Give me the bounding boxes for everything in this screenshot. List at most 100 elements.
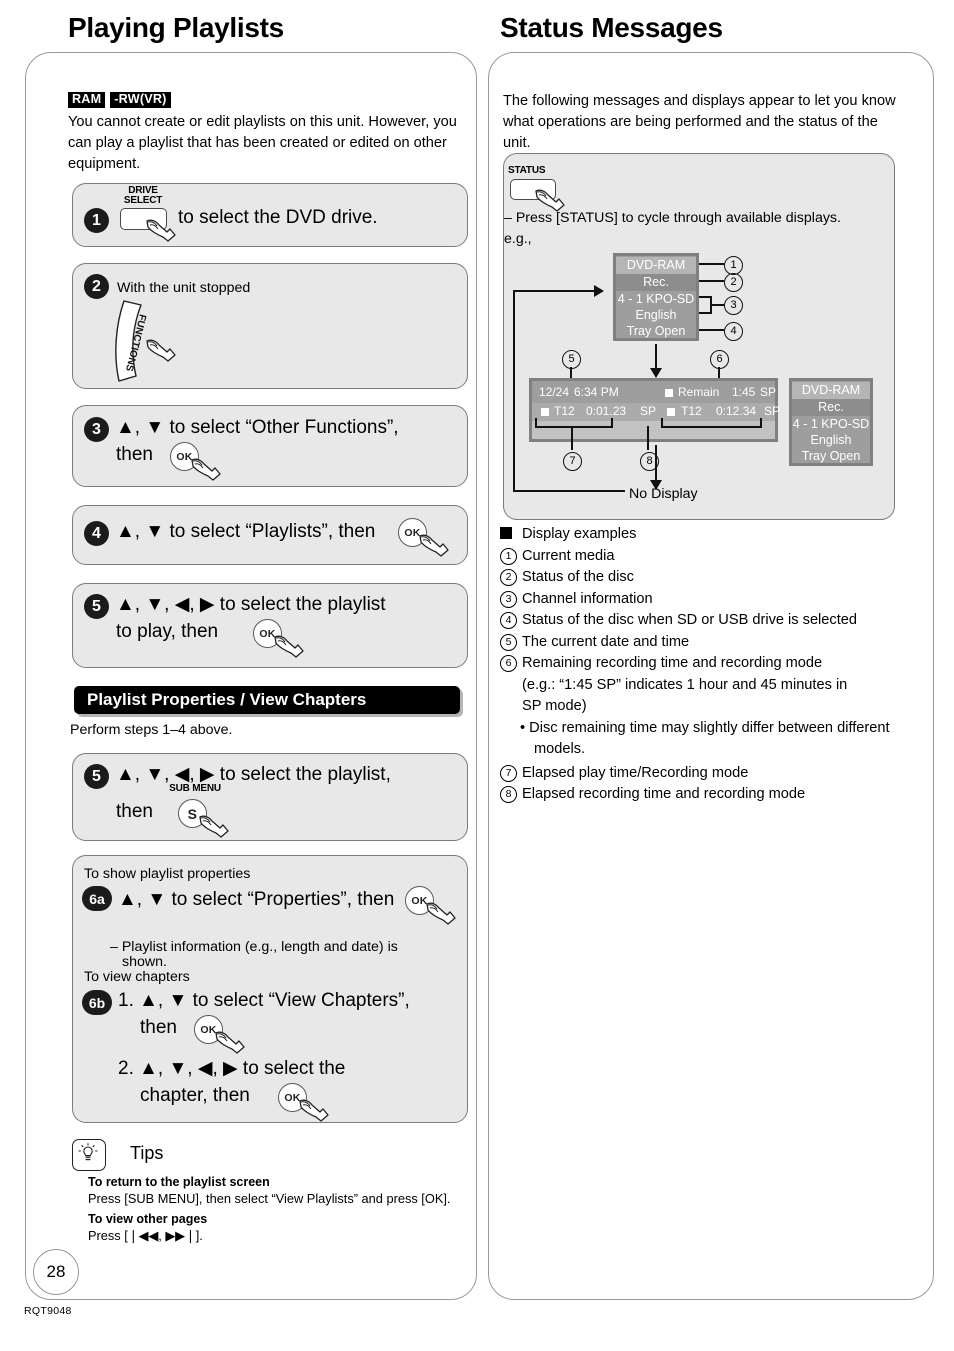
ok-button-step6a[interactable]: OK (405, 886, 434, 915)
osd-remain-mode: SP (760, 385, 777, 399)
step-4-number: 4 (84, 521, 109, 546)
ok-button-label-3: OK (176, 450, 193, 463)
example-item-4: 4 Status of the disc when SD or USB driv… (500, 610, 910, 632)
step-3-text-line2: then (116, 444, 153, 465)
osd-left-mode: SP (640, 404, 657, 418)
osd-side-line-4: English (810, 432, 852, 447)
example-item-3: 3 Channel information (500, 589, 910, 611)
example-item-2: 2 Status of the disc (500, 567, 910, 589)
leader-line-4 (699, 329, 724, 331)
step-2-lead-text: With the unit stopped (117, 280, 251, 296)
perform-steps-note: Perform steps 1–4 above. (70, 722, 233, 738)
osd-wide-header: 12/24 6:34 PM Remain 1:45 SP (532, 381, 777, 403)
functions-key[interactable]: FUNCTIONS (108, 298, 170, 384)
display-examples-heading: Display examples (522, 526, 637, 542)
tip-1-heading: To return to the playlist screen (88, 1175, 270, 1189)
eg-label: e.g., (504, 231, 532, 247)
sub-menu-key-label: SUB MENU (169, 783, 221, 794)
bracket-8-right (760, 418, 762, 428)
osd-right-time: 0:12.34 (716, 404, 757, 418)
osd-side-line-1: DVD-RAM (792, 382, 870, 399)
section-bar-playlist-properties: Playlist Properties / View Chapters (74, 686, 460, 714)
tip-2-body: Press [❘◀◀, ▶▶❘]. (88, 1228, 203, 1243)
circle-number-1-icon: 1 (500, 546, 522, 568)
osd-left-time: 0:01.23 (586, 404, 627, 418)
ok-button-label-4: OK (404, 526, 421, 539)
sub-menu-button-label: S (187, 805, 198, 822)
step-6b-number: 6b (82, 990, 112, 1015)
leader-line-7 (571, 426, 573, 450)
circle-number-5-icon: 5 (500, 632, 522, 654)
step-2-number: 2 (84, 274, 109, 299)
tip-2-heading: To view other pages (88, 1212, 208, 1226)
leader-line-1 (699, 263, 724, 265)
step-5-text-line2: to play, then (116, 621, 219, 642)
ok-button-label-6b2: OK (284, 1091, 301, 1104)
example-item-1: 1 Current media (500, 546, 910, 568)
arrow-1-head (650, 368, 662, 378)
page-title-right: Status Messages (500, 12, 723, 43)
bracket-7-bottom (535, 426, 612, 428)
drive-select-key[interactable] (120, 208, 167, 230)
loop-arrow-head (594, 285, 604, 297)
example-item-6-note-2: SP mode) (522, 698, 587, 714)
leader-line-2 (699, 280, 724, 282)
ok-button-step5[interactable]: OK (253, 619, 282, 648)
page-title-left: Playing Playlists (68, 12, 284, 43)
filled-square-icon (500, 524, 522, 546)
osd-top-line-2: Rec. (616, 274, 696, 291)
example-item-8: 8 Elapsed recording time and recording m… (500, 784, 910, 806)
osd-top-line-5: Tray Open (626, 323, 686, 338)
example-item-7: 7 Elapsed play time/Recording mode (500, 763, 910, 785)
section-bar-title: Playlist Properties / View Chapters (87, 690, 367, 709)
osd-panel-top: DVD-RAM Rec. 4 - 1 KPO-SD English Tray O… (613, 253, 699, 341)
osd-top-line-1: DVD-RAM (616, 257, 696, 274)
manual-page: Playing Playlists RAM -RW(VR) You cannot… (0, 0, 954, 1351)
stop-square-icon-right (667, 408, 675, 416)
callout-4: 4 (724, 322, 743, 341)
osd-remain-value: 1:45 (732, 385, 756, 399)
osd-side-line-3: 4 - 1 KPO-SD (792, 416, 870, 431)
ok-button-label-5: OK (259, 627, 276, 640)
circle-number-8-icon: 8 (500, 784, 522, 806)
sub-menu-button[interactable]: S (178, 799, 207, 828)
callout-2: 2 (724, 273, 743, 292)
ok-button-step6b2[interactable]: OK (278, 1083, 307, 1112)
example-item-3-text: Channel information (522, 590, 653, 607)
loop-line-vertical (513, 290, 515, 492)
osd-time: 6:34 PM (574, 385, 619, 399)
ok-button-step4[interactable]: OK (398, 518, 427, 547)
section-step-5-number: 5 (84, 764, 109, 789)
osd-top-line-4: English (635, 307, 677, 322)
circle-number-6-icon: 6 (500, 653, 522, 675)
osd-wide-subrow: T12 0:01.23 SP T12 0:12.34 SP (532, 403, 780, 421)
no-display-label: No Display (629, 486, 698, 502)
circle-number-4-icon: 4 (500, 610, 522, 632)
tip-1-body: Press [SUB MENU], then select “View Play… (88, 1191, 451, 1206)
example-item-6-text: Remaining recording time and recording m… (522, 655, 823, 671)
page-number: 28 (33, 1249, 79, 1295)
section-step-5-line1: ▲, ▼, ◀, ▶ to select the playlist, (116, 764, 391, 785)
bracket-7-right (611, 418, 613, 428)
circle-number-3-icon: 3 (500, 589, 522, 611)
status-key[interactable] (510, 179, 556, 200)
example-item-6: 6 Remaining recording time and recording… (500, 653, 910, 675)
osd-top-line-3: 4 - 1 KPO-SD (617, 291, 695, 306)
status-key-label: STATUS (508, 165, 546, 176)
step-1-number: 1 (84, 208, 109, 233)
tips-title: Tips (130, 1143, 164, 1163)
display-examples-list: Display examples 1 Current media 2 Statu… (500, 524, 910, 806)
ok-button-step6b1[interactable]: OK (194, 1015, 223, 1044)
arrow-2-line (655, 445, 657, 483)
ok-button-label-6a: OK (411, 894, 428, 907)
lightbulb-icon (78, 1143, 98, 1161)
badge-ram: RAM (68, 92, 106, 108)
example-item-2-text: Status of the disc (522, 569, 634, 585)
example-item-7-text: Elapsed play time/Recording mode (522, 764, 749, 781)
ok-button-step3[interactable]: OK (170, 442, 199, 471)
step-3-number: 3 (84, 417, 109, 442)
step-5-number: 5 (84, 594, 109, 619)
display-examples-heading-row: Display examples (500, 524, 910, 546)
example-item-5: 5 The current date and time (500, 632, 910, 654)
document-code: RQT9048 (24, 1305, 72, 1317)
